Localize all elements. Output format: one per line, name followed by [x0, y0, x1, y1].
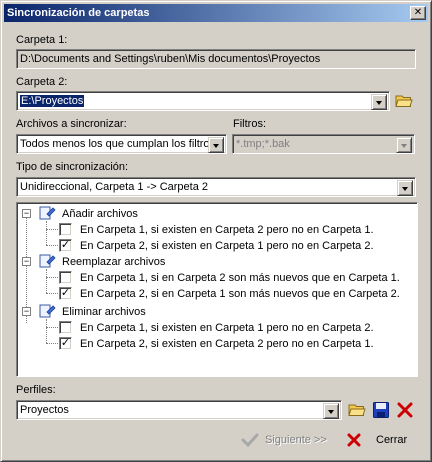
tree-connector-line: [46, 269, 47, 293]
filters-value: *.tmp;*.bak: [236, 138, 290, 150]
files-combobox[interactable]: Todos menos los que cumplan los filtros: [16, 134, 227, 154]
tree-connector-line: [46, 327, 58, 328]
option-replace-folder1[interactable]: En Carpeta 1, si en Carpeta 2 son más nu…: [80, 270, 400, 286]
sync-type-value: Unidireccional, Carpeta 1 -> Carpeta 2: [20, 181, 209, 193]
profiles-dropdown-button[interactable]: [323, 403, 339, 419]
files-label: Archivos a sincronizar:: [16, 118, 127, 130]
expander-toggle[interactable]: −: [22, 307, 31, 316]
profiles-value: Proyectos: [20, 404, 69, 416]
folder2-combobox[interactable]: E:\Proyectos: [16, 91, 390, 111]
expander-toggle[interactable]: −: [22, 209, 31, 218]
folder2-value: E:\Proyectos: [18, 94, 86, 108]
add-files-icon: [39, 206, 56, 220]
group-label-replace-files: Reemplazar archivos: [62, 256, 166, 268]
tree-connector-line: [46, 277, 58, 278]
checkbox-add-folder1[interactable]: [59, 223, 72, 236]
replace-files-icon: [39, 254, 56, 268]
profiles-combobox[interactable]: Proyectos: [16, 400, 342, 420]
option-delete-folder1[interactable]: En Carpeta 1, si existen en Carpeta 1 pe…: [80, 320, 374, 336]
option-add-folder2[interactable]: En Carpeta 2, si existen en Carpeta 1 pe…: [80, 238, 374, 254]
option-replace-folder2[interactable]: En Carpeta 2, si en Carpeta 1 son más nu…: [80, 286, 400, 302]
option-delete-folder2[interactable]: En Carpeta 2, si existen en Carpeta 2 pe…: [80, 336, 374, 352]
sync-options-tree[interactable]: − Añadir archivos En Carpeta 1, si exist…: [16, 202, 418, 377]
expander-toggle[interactable]: −: [22, 257, 31, 266]
tree-connector-line: [46, 229, 58, 230]
checkbox-replace-folder2[interactable]: ✓: [59, 287, 72, 300]
delete-files-icon: [39, 304, 56, 318]
tree-connector-line: [46, 343, 58, 344]
filters-combobox: *.tmp;*.bak: [232, 134, 415, 154]
tree-connector-line: [46, 221, 47, 245]
folder1-field: D:\Documents and Settings\ruben\Mis docu…: [16, 49, 416, 69]
close-red-x-icon: [347, 433, 361, 447]
group-label-delete-files: Eliminar archivos: [62, 306, 146, 318]
close-button-label: Cerrar: [376, 434, 408, 446]
folder1-label: Carpeta 1:: [16, 34, 68, 46]
profiles-label: Perfiles:: [16, 384, 56, 396]
files-value: Todos menos los que cumplan los filtros: [20, 138, 216, 150]
filters-label: Filtros:: [233, 118, 266, 130]
sync-type-label: Tipo de sincronización:: [16, 161, 129, 173]
files-dropdown-button[interactable]: [208, 137, 224, 153]
checkmark-icon: [241, 433, 259, 448]
checkbox-delete-folder2[interactable]: ✓: [59, 337, 72, 350]
tree-connector-line: [46, 319, 47, 343]
open-profile-icon[interactable]: [348, 401, 366, 419]
checkbox-replace-folder1[interactable]: [59, 271, 72, 284]
group-label-add-files: Añadir archivos: [62, 208, 138, 220]
close-window-button[interactable]: ✕: [410, 6, 426, 20]
delete-profile-icon[interactable]: [396, 401, 414, 419]
sync-type-combobox[interactable]: Unidireccional, Carpeta 1 -> Carpeta 2: [16, 177, 416, 197]
filters-dropdown-button: [396, 137, 412, 153]
next-button-label: Siguiente >>: [265, 434, 327, 446]
browse-folder2-icon[interactable]: [395, 92, 413, 110]
title-bar[interactable]: Sincronización de carpetas ✕: [4, 4, 428, 22]
tree-connector-line: [46, 245, 58, 246]
folder2-dropdown-button[interactable]: [371, 94, 387, 110]
sync-dialog: Sincronización de carpetas ✕ Carpeta 1: …: [0, 0, 432, 462]
folder2-label: Carpeta 2:: [16, 76, 68, 88]
tree-connector-line: [46, 293, 58, 294]
close-icon: ✕: [413, 7, 423, 18]
sync-type-dropdown-button[interactable]: [397, 180, 413, 196]
checkbox-add-folder2[interactable]: ✓: [59, 239, 72, 252]
save-profile-icon[interactable]: [372, 401, 390, 419]
checkbox-delete-folder1[interactable]: [59, 321, 72, 334]
window-title: Sincronización de carpetas: [7, 7, 150, 19]
option-add-folder1[interactable]: En Carpeta 1, si existen en Carpeta 2 pe…: [80, 222, 374, 238]
